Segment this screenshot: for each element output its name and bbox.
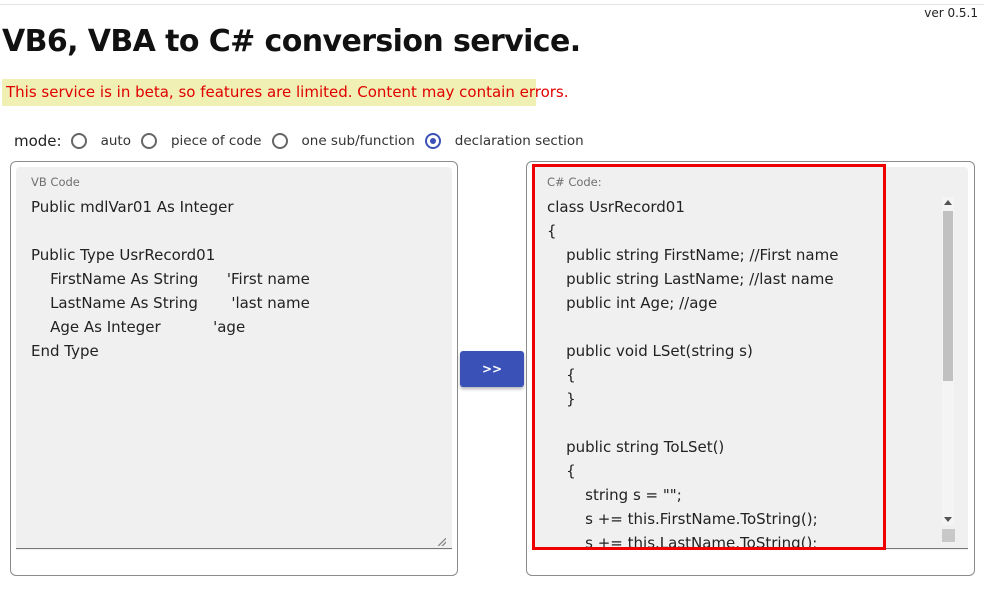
radio-auto[interactable] <box>70 133 87 149</box>
mode-option-piece-of-code-label: piece of code <box>170 133 262 149</box>
mode-label: mode: <box>14 132 62 150</box>
mode-option-one-sub-function[interactable]: one sub/function <box>271 133 415 149</box>
cs-code-text[interactable]: class UsrRecord01 { public string FirstN… <box>547 195 838 550</box>
beta-notice: This service is in beta, so features are… <box>2 79 569 106</box>
convert-button[interactable]: >> <box>460 351 524 387</box>
scroll-down-icon[interactable] <box>944 517 952 522</box>
scrollbar-thumb[interactable] <box>943 211 953 381</box>
mode-option-auto[interactable]: auto <box>70 133 131 149</box>
mode-option-declaration-section-label: declaration section <box>454 133 584 149</box>
radio-piece-of-code[interactable] <box>140 133 157 149</box>
cs-code-output[interactable]: C# Code: class UsrRecord01 { public stri… <box>532 167 968 550</box>
scroll-up-icon[interactable] <box>944 200 952 205</box>
page-title: VB6, VBA to C# conversion service. <box>2 24 581 59</box>
mode-selector: mode: auto piece of code one sub/functio… <box>14 130 594 152</box>
cs-code-panel: C# Code: class UsrRecord01 { public stri… <box>526 161 975 576</box>
version-label: ver 0.5.1 <box>924 6 978 20</box>
vb-code-label: VB Code <box>31 175 80 189</box>
top-divider <box>0 4 984 5</box>
mode-option-one-sub-function-label: one sub/function <box>301 133 415 149</box>
radio-declaration-section[interactable] <box>424 133 441 149</box>
radio-one-sub-function[interactable] <box>271 133 288 149</box>
vb-code-input[interactable]: VB Code Public mdlVar01 As Integer Publi… <box>16 167 452 550</box>
mode-option-auto-label: auto <box>100 133 131 149</box>
cs-code-label: C# Code: <box>547 175 602 189</box>
cs-code-underline <box>532 548 968 549</box>
resize-handle-icon[interactable] <box>942 529 955 542</box>
mode-option-declaration-section[interactable]: declaration section <box>424 133 584 149</box>
resize-handle-icon[interactable] <box>438 538 446 546</box>
mode-option-piece-of-code[interactable]: piece of code <box>140 133 262 149</box>
vb-code-text[interactable]: Public mdlVar01 As Integer Public Type U… <box>31 195 310 363</box>
vb-code-underline <box>16 548 452 549</box>
cs-code-scrollbar[interactable] <box>942 197 954 525</box>
vb-code-panel: VB Code Public mdlVar01 As Integer Publi… <box>10 161 458 576</box>
